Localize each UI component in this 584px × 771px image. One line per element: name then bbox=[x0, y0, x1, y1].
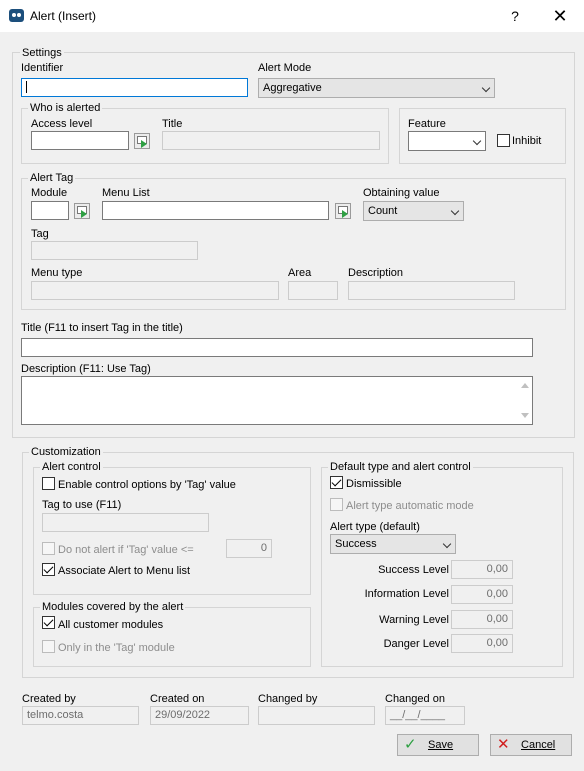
auto-mode-checkbox[interactable] bbox=[330, 498, 343, 511]
title-readonly-field bbox=[162, 131, 380, 150]
chevron-down-icon bbox=[442, 539, 452, 549]
warning-level-field: 0,00 bbox=[451, 610, 513, 629]
only-tag-module-checkbox[interactable] bbox=[42, 640, 55, 653]
created-by-field: telmo.costa bbox=[22, 706, 139, 725]
associate-menu-list-checkbox[interactable] bbox=[42, 563, 55, 576]
chevron-down-icon bbox=[472, 136, 482, 146]
inhibit-checkbox[interactable] bbox=[497, 134, 510, 147]
tag-readonly-field bbox=[31, 241, 198, 260]
modules-covered-legend: Modules covered by the alert bbox=[40, 601, 186, 613]
description-label: Description bbox=[348, 267, 404, 279]
alert-tag-legend: Alert Tag bbox=[28, 172, 76, 184]
title-input[interactable] bbox=[21, 338, 533, 357]
alert-type-select[interactable]: Success bbox=[330, 534, 456, 554]
menu-list-lookup-icon[interactable] bbox=[335, 203, 351, 219]
created-by-label: Created by bbox=[22, 693, 76, 705]
who-is-alerted-legend: Who is alerted bbox=[28, 102, 103, 114]
enable-control-checkbox[interactable] bbox=[42, 477, 55, 490]
chevron-down-icon bbox=[450, 206, 460, 216]
modules-covered-group bbox=[33, 607, 311, 667]
window-title: Alert (Insert) bbox=[30, 9, 97, 23]
cancel-x-icon: ✕ bbox=[497, 736, 510, 753]
identifier-label: Identifier bbox=[21, 62, 64, 74]
cancel-button[interactable]: ✕ Cancel bbox=[490, 734, 572, 756]
danger-level-field: 0,00 bbox=[451, 634, 513, 653]
settings-legend: Settings bbox=[20, 47, 64, 59]
inhibit-label: Inhibit bbox=[512, 135, 542, 147]
success-level-field: 0,00 bbox=[451, 560, 513, 579]
access-level-input[interactable] bbox=[31, 131, 129, 150]
created-on-label: Created on bbox=[150, 693, 205, 705]
description-readonly-field bbox=[348, 281, 515, 300]
do-not-alert-label: Do not alert if 'Tag' value <= bbox=[58, 544, 194, 556]
do-not-alert-value-field: 0 bbox=[226, 539, 272, 558]
auto-mode-label: Alert type automatic mode bbox=[346, 500, 474, 512]
all-customer-modules-label: All customer modules bbox=[58, 619, 164, 631]
tag-to-use-label: Tag to use (F11) bbox=[42, 499, 122, 511]
module-input[interactable] bbox=[31, 201, 69, 220]
danger-level-label: Danger Level bbox=[383, 638, 449, 650]
close-button[interactable]: ✕ bbox=[548, 6, 572, 26]
area-readonly-field bbox=[288, 281, 338, 300]
alert-type-label: Alert type (default) bbox=[330, 521, 420, 533]
app-logo-icon bbox=[9, 9, 24, 22]
changed-by-label: Changed by bbox=[258, 693, 318, 705]
obtaining-value-label: Obtaining value bbox=[363, 187, 440, 199]
default-type-legend: Default type and alert control bbox=[328, 461, 473, 473]
chevron-down-icon bbox=[481, 83, 491, 93]
scroll-down-icon[interactable] bbox=[521, 413, 529, 418]
feature-label: Feature bbox=[408, 118, 446, 130]
feature-select[interactable] bbox=[408, 131, 486, 151]
text-caret bbox=[26, 81, 27, 94]
scroll-up-icon[interactable] bbox=[521, 383, 529, 388]
only-tag-module-label: Only in the 'Tag' module bbox=[58, 642, 175, 654]
alert-mode-label: Alert Mode bbox=[258, 62, 312, 74]
access-level-label: Access level bbox=[31, 118, 93, 130]
tag-to-use-field bbox=[42, 513, 209, 532]
alert-mode-select[interactable]: Aggregative bbox=[258, 78, 495, 98]
alert-type-value: Success bbox=[335, 538, 377, 550]
alert-mode-value: Aggregative bbox=[263, 82, 322, 94]
save-button[interactable]: ✓ Save bbox=[397, 734, 479, 756]
area-label: Area bbox=[288, 267, 312, 279]
changed-by-field bbox=[258, 706, 375, 725]
dismissible-label: Dismissible bbox=[346, 478, 402, 490]
menu-type-label: Menu type bbox=[31, 267, 83, 279]
save-button-label: Save bbox=[428, 739, 454, 751]
menu-list-label: Menu List bbox=[102, 187, 150, 199]
cancel-button-label: Cancel bbox=[521, 739, 556, 751]
title-label: Title bbox=[162, 118, 183, 130]
created-on-field: 29/09/2022 bbox=[150, 706, 249, 725]
success-level-label: Success Level bbox=[378, 564, 449, 576]
do-not-alert-checkbox[interactable] bbox=[42, 542, 55, 555]
changed-on-field: __/__/____ bbox=[385, 706, 465, 725]
information-level-label: Information Level bbox=[364, 588, 449, 600]
alert-control-legend: Alert control bbox=[40, 461, 103, 473]
information-level-field: 0,00 bbox=[451, 585, 513, 604]
obtaining-value-value: Count bbox=[368, 205, 398, 217]
changed-on-label: Changed on bbox=[385, 693, 445, 705]
title-field-label: Title (F11 to insert Tag in the title) bbox=[21, 322, 183, 334]
tag-label: Tag bbox=[31, 228, 49, 240]
help-button[interactable]: ? bbox=[505, 6, 525, 26]
obtaining-value-select[interactable]: Count bbox=[363, 201, 464, 221]
menu-type-readonly-field bbox=[31, 281, 279, 300]
checkmark-icon: ✓ bbox=[404, 736, 417, 753]
module-label: Module bbox=[31, 187, 68, 199]
description-textarea[interactable] bbox=[21, 376, 533, 425]
associate-menu-list-label: Associate Alert to Menu list bbox=[58, 565, 191, 577]
all-customer-modules-checkbox[interactable] bbox=[42, 616, 55, 629]
customization-legend: Customization bbox=[29, 446, 103, 458]
description-field-label: Description (F11: Use Tag) bbox=[21, 363, 151, 375]
menu-list-input[interactable] bbox=[102, 201, 329, 220]
dismissible-checkbox[interactable] bbox=[330, 476, 343, 489]
enable-control-label: Enable control options by 'Tag' value bbox=[58, 479, 236, 491]
access-level-lookup-icon[interactable] bbox=[134, 133, 150, 149]
identifier-input[interactable] bbox=[21, 78, 248, 97]
module-lookup-icon[interactable] bbox=[74, 203, 90, 219]
warning-level-label: Warning Level bbox=[379, 614, 449, 626]
